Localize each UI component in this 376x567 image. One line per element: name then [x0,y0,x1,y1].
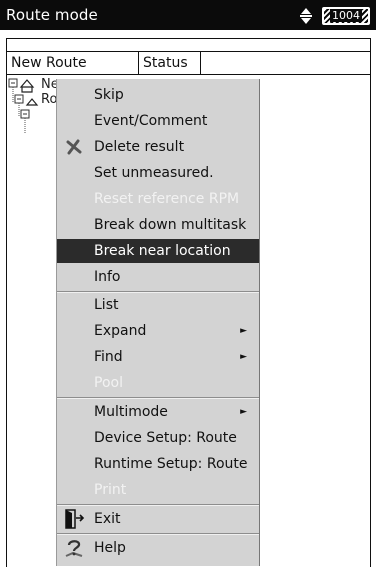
battery-icon: 1004 [322,7,370,25]
column-header-new-route[interactable]: New Route [7,52,139,74]
context-menu: Skip Event/Comment Delete result Set unm… [56,79,260,566]
exit-door-icon [65,509,85,529]
sort-arrows-icon [300,8,312,24]
delete-x-icon [66,139,82,155]
menu-item-runtime-setup-route[interactable]: Runtime Setup: Route [57,452,259,476]
menu-item-event-comment[interactable]: Event/Comment [57,109,259,133]
window-title: Route mode [6,6,98,24]
menu-item-exit[interactable]: Exit [57,507,259,531]
menu-item-break-down-multitask[interactable]: Break down multitask [57,213,259,237]
help-question-icon [65,540,83,557]
menu-separator [57,397,259,399]
menu-item-print: Print [94,482,127,498]
column-header-status[interactable]: Status [139,52,201,74]
submenu-arrow-icon: ► [240,407,247,417]
menu-item-expand[interactable]: Expand ► [57,319,259,343]
menu-item-delete-result[interactable]: Delete result [57,135,259,159]
menu-item-list[interactable]: List [57,293,259,317]
menu-separator [57,533,259,535]
submenu-arrow-icon: ► [240,352,247,362]
menu-item-reset-reference-rpm: Reset reference RPM [94,191,240,207]
menu-separator [57,504,259,506]
menu-item-pool: Pool [94,375,123,391]
menu-item-set-unmeasured[interactable]: Set unmeasured. [57,161,259,185]
column-header-empty [201,52,370,74]
title-bar: Route mode 1004 [0,0,376,30]
submenu-arrow-icon: ► [240,326,247,336]
menu-item-info[interactable]: Info [57,265,259,289]
menu-item-help[interactable]: Help [57,536,259,560]
table-header: New Route Status [7,51,370,75]
menu-item-break-near-location[interactable]: Break near location [57,239,259,263]
menu-item-skip[interactable]: Skip [57,83,259,107]
menu-item-multimode[interactable]: Multimode ► [57,400,259,424]
status-icons: 1004 [300,7,370,25]
battery-label: 1004 [330,9,362,22]
menu-item-find[interactable]: Find ► [57,345,259,369]
menu-item-device-setup-route[interactable]: Device Setup: Route [57,426,259,450]
